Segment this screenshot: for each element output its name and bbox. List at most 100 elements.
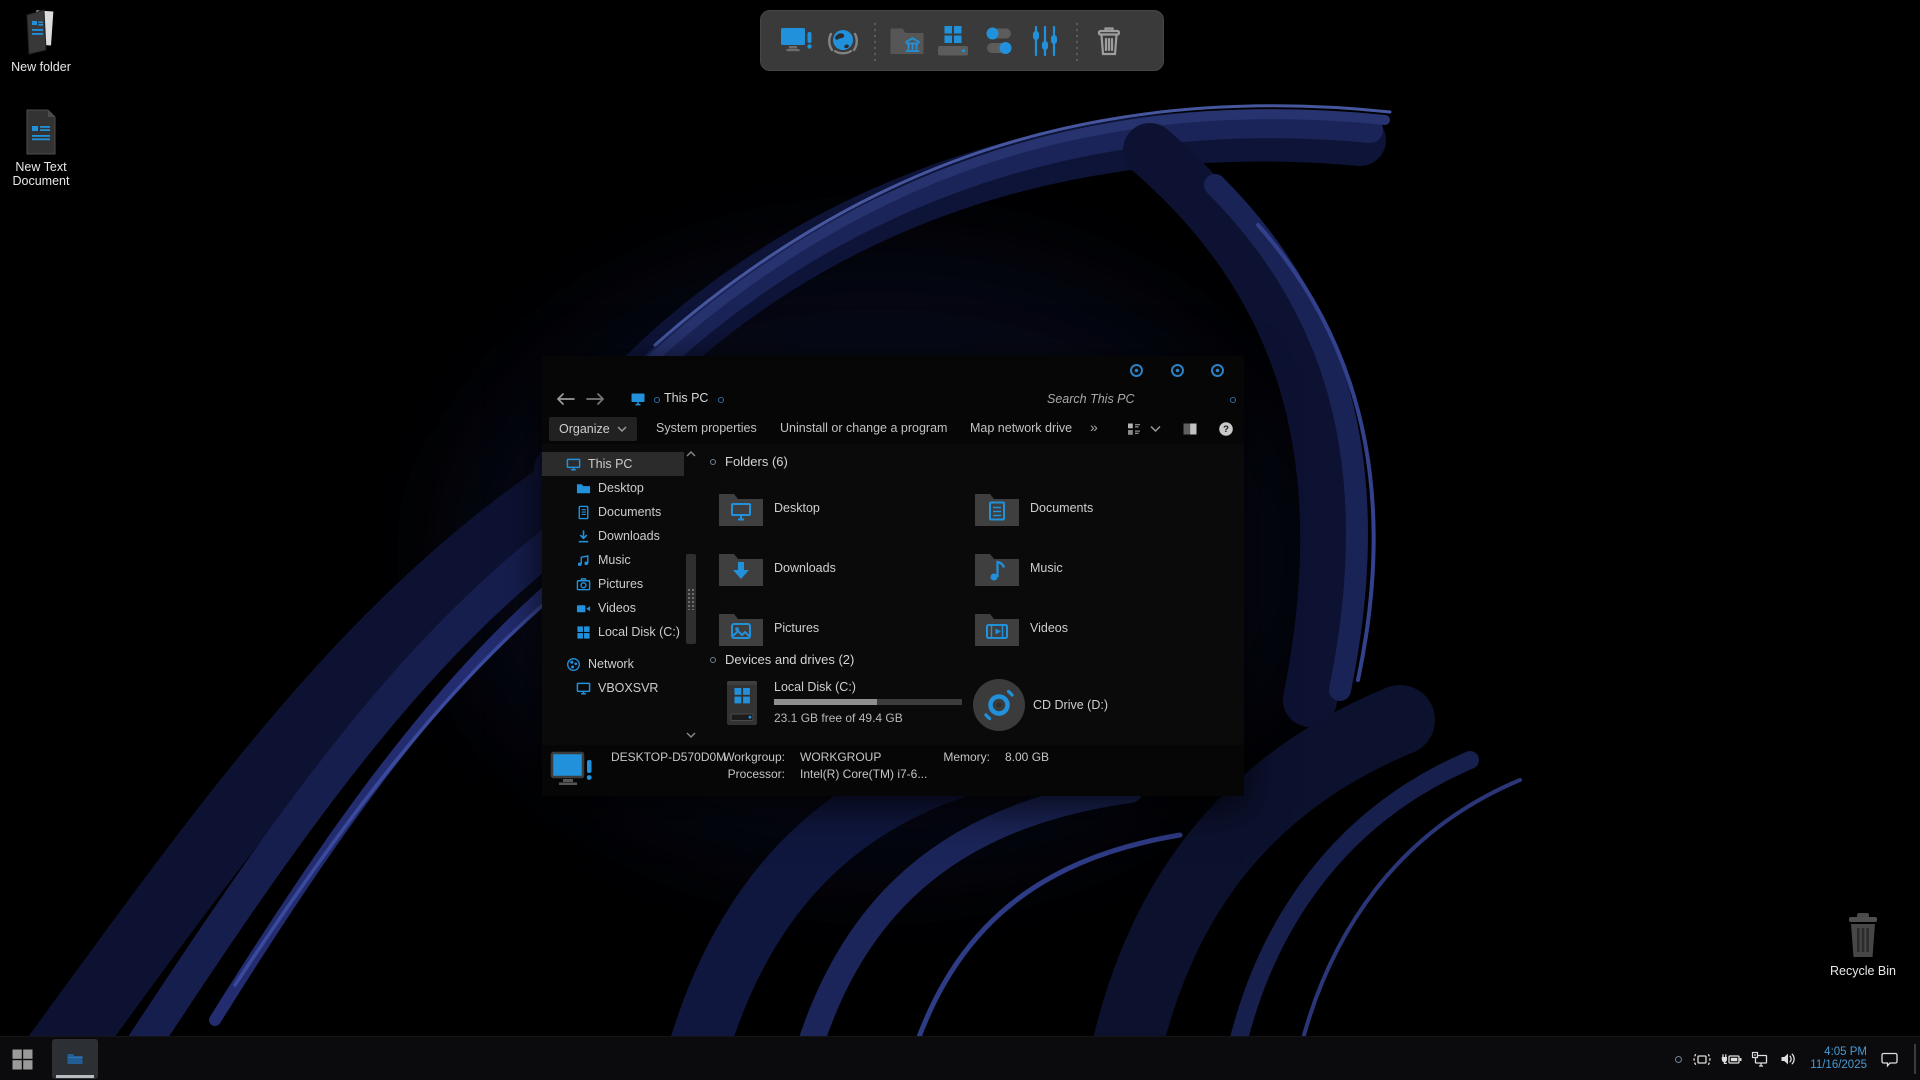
folder-tile-documents[interactable]: Documents [974,488,1224,528]
system-tray: 4:05 PM 11/16/2025 [1675,1037,1916,1080]
breadcrumb-location[interactable]: This PC [664,391,708,405]
map-network-drive-button[interactable]: Map network drive [970,421,1072,435]
titlebar[interactable] [542,356,1244,384]
video-camera-icon [576,601,591,616]
processor-label: Processor: [662,767,785,781]
this-pc-icon[interactable] [630,391,646,407]
show-hidden-icons-button[interactable] [1675,1056,1682,1063]
sidebar-gap [542,644,684,652]
taskbar-clock[interactable]: 4:05 PM 11/16/2025 [1806,1046,1871,1072]
preview-pane-icon[interactable] [1182,421,1198,437]
computer-alert-icon[interactable] [778,21,816,61]
sidebar-item-this-pc[interactable]: This PC [542,452,684,476]
display-cast-icon[interactable] [1693,1051,1711,1068]
folder-tile-music[interactable]: Music [974,548,1224,588]
sidebar-item-pictures[interactable]: Pictures [542,572,684,596]
start-button[interactable] [10,1048,34,1070]
organize-button[interactable]: Organize [549,417,637,441]
view-options-chevron-icon[interactable] [1150,425,1161,433]
search-input[interactable] [1047,388,1225,410]
sidebar-item-label: Network [588,657,634,671]
drive-label: Local Disk (C:) [774,680,962,694]
clock-time: 4:05 PM [1810,1046,1867,1059]
desktop-icon-label: Recycle Bin [1824,964,1902,978]
desktop-icon-new-folder[interactable]: New folder [2,6,80,74]
scroll-down-icon[interactable] [685,729,697,741]
scrollbar-thumb[interactable] [686,554,696,644]
bank-folder-icon[interactable] [888,21,926,61]
folder-tile-videos[interactable]: Videos [974,608,1224,648]
desktop-icon-recycle-bin[interactable]: Recycle Bin [1824,910,1902,978]
devices-section-header[interactable]: Devices and drives (2) [710,652,854,667]
file-explorer-taskbar-button[interactable] [52,1039,98,1079]
system-properties-button[interactable]: System properties [656,421,757,435]
clock-date: 11/16/2025 [1810,1059,1867,1072]
explorer-window: This PC Organize System properties Unins… [542,356,1244,796]
back-button[interactable] [554,389,576,409]
volume-icon[interactable] [1779,1051,1797,1067]
change-view-icon[interactable] [1126,421,1142,437]
help-icon[interactable]: ? [1218,421,1234,437]
maximize-button[interactable] [1171,364,1184,377]
equalizer-sliders-icon[interactable] [1026,21,1064,61]
local-disk-tile[interactable]: Local Disk (C:) 23.1 GB free of 49.4 GB [718,679,968,731]
action-center-icon[interactable] [1880,1051,1899,1068]
folder-icon [576,481,591,496]
memory-value: 8.00 GB [1005,750,1049,764]
sidebar-item-downloads[interactable]: Downloads [542,524,684,548]
minimize-button[interactable] [1130,364,1143,377]
folder-tile-pictures[interactable]: Pictures [718,608,968,648]
folder-tile-downloads[interactable]: Downloads [718,548,968,588]
folders-section-header[interactable]: Folders (6) [710,454,788,469]
desktop-icon-label: New Text Document [2,160,80,188]
collapse-section-icon[interactable] [710,459,716,465]
show-desktop-button[interactable] [1914,1044,1916,1074]
uninstall-program-button[interactable]: Uninstall or change a program [780,421,947,435]
dock-divider [874,21,876,61]
folder-icon [718,609,764,647]
section-title: Folders (6) [725,454,788,469]
folder-tile-desktop[interactable]: Desktop [718,488,968,528]
toggle-switches-icon[interactable] [980,21,1018,61]
music-icon [576,553,591,568]
sidebar-item-desktop[interactable]: Desktop [542,476,684,500]
workgroup-value: WORKGROUP [800,750,881,764]
sidebar-item-label: Desktop [598,481,644,495]
scroll-up-icon[interactable] [685,448,697,460]
sidebar-item-local-disk[interactable]: Local Disk (C:) [542,620,684,644]
windows-drive-icon[interactable] [934,21,972,61]
windows-logo-icon [12,1049,33,1070]
trash-icon[interactable] [1090,21,1128,61]
sidebar-item-music[interactable]: Music [542,548,684,572]
breadcrumb-separator-icon[interactable] [718,397,724,403]
sidebar-item-vboxsvr[interactable]: VBOXSVR [542,676,684,700]
drive-info: Local Disk (C:) 23.1 GB free of 49.4 GB [774,679,962,731]
search-icon[interactable] [1230,397,1236,403]
active-app-indicator [56,1075,94,1078]
sidebar-scrollbar[interactable] [684,444,698,745]
memory-label: Memory: [912,750,990,764]
sidebar-item-label: This PC [588,457,632,471]
sidebar-item-label: Videos [598,601,636,615]
workgroup-label: Workgroup: [662,750,785,764]
text-document-icon [2,108,80,156]
download-icon [576,529,591,544]
sidebar-item-documents[interactable]: Documents [542,500,684,524]
close-button[interactable] [1211,364,1224,377]
sidebar-item-videos[interactable]: Videos [542,596,684,620]
computer-alert-icon [550,751,596,791]
globe-network-icon[interactable] [824,21,862,61]
hard-drive-icon [718,679,766,729]
forward-button[interactable] [584,389,606,409]
computer-icon [566,457,581,472]
file-list-area: Folders (6) Desktop Documents Downloa [700,444,1244,745]
cd-drive-tile[interactable]: CD Drive (D:) [972,677,1222,733]
power-battery-icon[interactable] [1720,1052,1742,1067]
sidebar-item-network[interactable]: Network [542,652,684,676]
toolbar-overflow-button[interactable]: » [1090,419,1098,435]
desktop-icon-new-text-document[interactable]: New Text Document [2,108,80,188]
breadcrumb-separator-icon[interactable] [654,397,660,403]
collapse-section-icon[interactable] [710,657,716,663]
tile-label: Desktop [774,501,820,515]
network-ethernet-icon[interactable] [1751,1051,1770,1068]
